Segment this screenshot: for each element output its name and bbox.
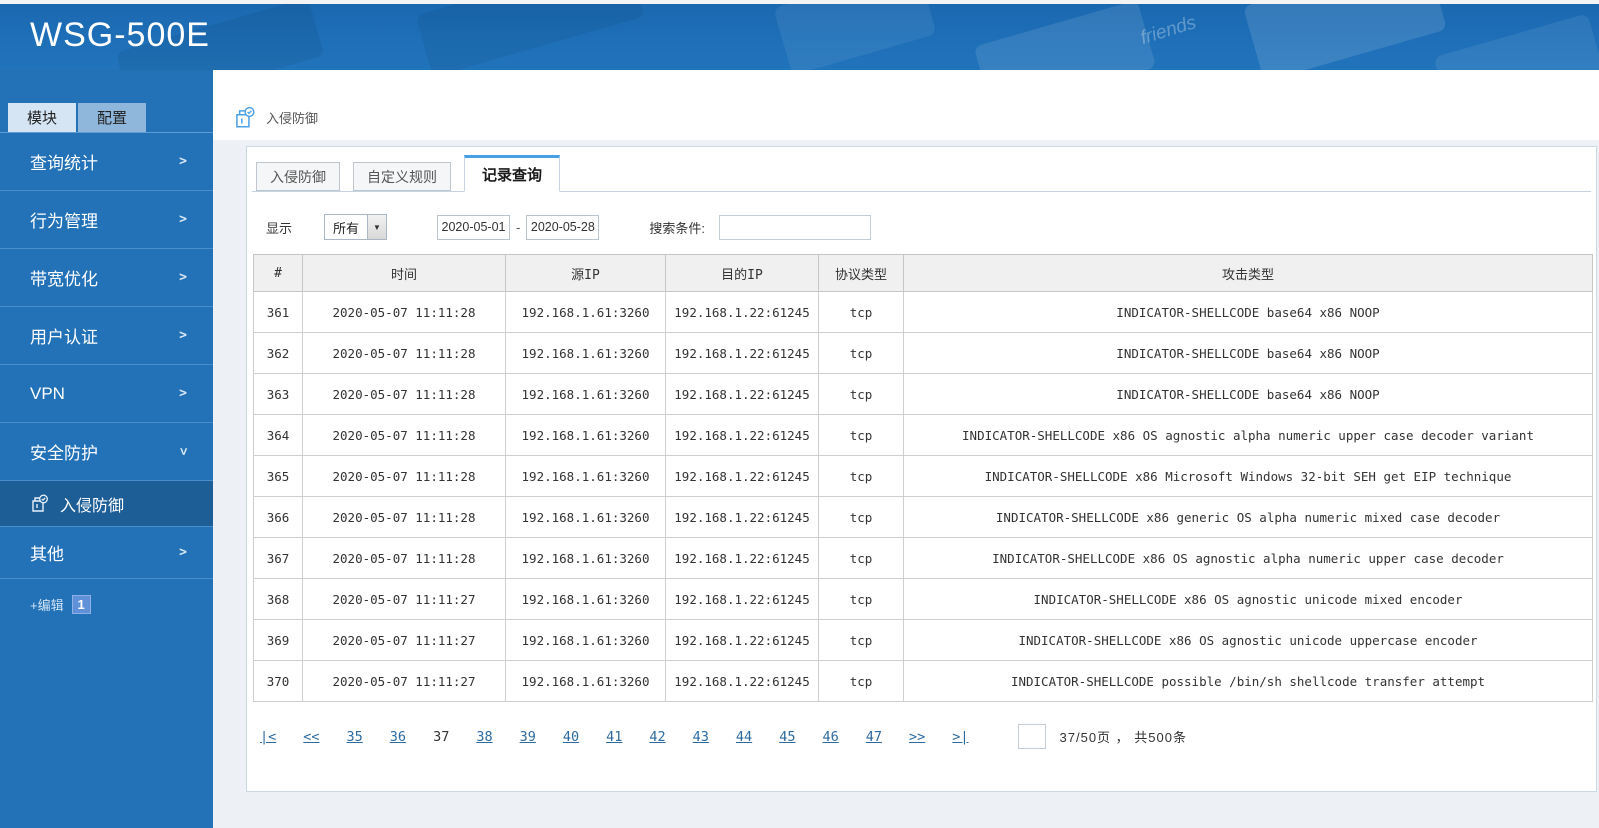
table-row: 369 2020-05-07 11:11:27 192.168.1.61:3260 1…: [253, 619, 1593, 661]
col-header-protocol: 协议类型: [818, 254, 904, 292]
page-link[interactable]: 43: [693, 729, 709, 745]
tab-custom-rules[interactable]: 自定义规则: [353, 162, 451, 191]
table-row: 370 2020-05-07 11:11:27 192.168.1.61:3260 1…: [253, 660, 1593, 702]
app-header: friends WSG-500E: [0, 4, 1599, 70]
date-to-input[interactable]: [526, 214, 600, 240]
breadcrumb: 入侵防御: [213, 70, 1599, 140]
keyboard-key-decor: [973, 4, 1157, 70]
date-from-input[interactable]: [437, 214, 511, 240]
keyboard-key-word: friends: [1138, 12, 1199, 49]
sidebar: 模块 配置 查询统计 > 行为管理 > 带宽优化 > 用户认证 > VPN >: [0, 70, 213, 828]
sidebar-item-query-stats[interactable]: 查询统计 >: [0, 133, 213, 191]
sidebar-edit-button[interactable]: +编辑 1: [30, 595, 213, 614]
table-row: 368 2020-05-07 11:11:27 192.168.1.61:3260 1…: [253, 578, 1593, 620]
display-label: 显示: [266, 220, 293, 236]
page-next-link[interactable]: >>: [909, 729, 925, 745]
col-header-index: #: [253, 254, 303, 292]
sidebar-subitem-intrusion-prevention[interactable]: 入侵防御: [0, 481, 213, 527]
breadcrumb-label: 入侵防御: [266, 111, 319, 126]
table-row: 367 2020-05-07 11:11:28 192.168.1.61:3260 1…: [253, 537, 1593, 579]
pagination: |< << 35 36 37 38 39 40 41 42 43 44 45 4…: [260, 724, 1591, 749]
table-row: 362 2020-05-07 11:11:28 192.168.1.61:3260 1…: [253, 332, 1593, 374]
stamp-check-icon: [236, 106, 255, 128]
app-title: WSG-500E: [30, 16, 210, 54]
search-input[interactable]: [718, 214, 871, 240]
sidebar-item-user-auth[interactable]: 用户认证 >: [0, 307, 213, 365]
chevron-right-icon: >: [179, 328, 187, 343]
sidebar-menu: 查询统计 > 行为管理 > 带宽优化 > 用户认证 > VPN > 安全防护 >: [0, 132, 213, 579]
tab-bar: 入侵防御 自定义规则 记录查询: [252, 155, 1591, 192]
page-jump-input[interactable]: [1017, 724, 1046, 749]
page-prev-link[interactable]: <<: [303, 729, 319, 745]
sidebar-item-vpn[interactable]: VPN >: [0, 365, 213, 423]
keyboard-key-decor: [773, 4, 937, 70]
page-link[interactable]: 45: [779, 729, 795, 745]
table-row: 365 2020-05-07 11:11:28 192.168.1.61:3260 1…: [253, 455, 1593, 497]
page-link[interactable]: 38: [476, 729, 492, 745]
page-link[interactable]: 39: [520, 729, 536, 745]
chevron-right-icon: >: [179, 270, 187, 285]
display-select[interactable]: 所有 ▼: [324, 214, 388, 240]
content-panel: 入侵防御 自定义规则 记录查询 显示 所有 ▼ - 搜索条件:: [246, 146, 1597, 792]
sidebar-item-bandwidth[interactable]: 带宽优化 >: [0, 249, 213, 307]
chevron-down-icon: >: [175, 447, 191, 456]
table-row: 366 2020-05-07 11:11:28 192.168.1.61:3260 1…: [253, 496, 1593, 538]
page-first-link[interactable]: |<: [260, 729, 276, 745]
chevron-right-icon: >: [179, 545, 187, 560]
chevron-right-icon: >: [179, 154, 187, 169]
page-current: 37: [433, 728, 450, 745]
page-last-link[interactable]: >|: [952, 729, 968, 745]
chevron-right-icon: >: [179, 386, 187, 401]
caret-down-icon: ▼: [367, 215, 387, 239]
main-content: 入侵防御 入侵防御 自定义规则 记录查询 显示 所有 ▼ - 搜索条件:: [213, 70, 1599, 828]
display-select-value: 所有: [333, 220, 360, 236]
page-link[interactable]: 35: [347, 729, 363, 745]
page-link[interactable]: 41: [606, 729, 622, 745]
table-header-row: # 时间 源IP 目的IP 协议类型 攻击类型: [253, 254, 1593, 292]
col-header-time: 时间: [302, 254, 506, 292]
page-link[interactable]: 40: [563, 729, 579, 745]
table-row: 364 2020-05-07 11:11:28 192.168.1.61:3260 1…: [253, 414, 1593, 456]
log-table: # 时间 源IP 目的IP 协议类型 攻击类型 361 2020-05-07 11…: [253, 254, 1593, 702]
sidebar-tab-config[interactable]: 配置: [78, 103, 146, 132]
col-header-attack-type: 攻击类型: [903, 254, 1593, 292]
col-header-source-ip: 源IP: [505, 254, 666, 292]
sidebar-tab-bar: 模块 配置: [8, 103, 213, 132]
chevron-right-icon: >: [179, 212, 187, 227]
keyboard-key-decor: [1433, 13, 1599, 70]
page-link[interactable]: 36: [390, 729, 406, 745]
page-link[interactable]: 46: [822, 729, 838, 745]
tab-intrusion-prevention[interactable]: 入侵防御: [256, 162, 340, 191]
stamp-check-icon: [32, 494, 48, 512]
date-range-separator: -: [516, 219, 521, 235]
table-row: 363 2020-05-07 11:11:28 192.168.1.61:3260 1…: [253, 373, 1593, 415]
sidebar-item-behavior-mgmt[interactable]: 行为管理 >: [0, 191, 213, 249]
tab-record-query[interactable]: 记录查询: [464, 155, 561, 192]
sidebar-item-other[interactable]: 其他 >: [0, 527, 213, 579]
page-link[interactable]: 47: [866, 729, 882, 745]
search-label: 搜索条件:: [649, 220, 705, 236]
sidebar-tab-modules[interactable]: 模块: [8, 103, 76, 132]
page-link[interactable]: 42: [649, 729, 665, 745]
keyboard-key-decor: [1242, 4, 1448, 70]
edit-count-badge: 1: [71, 595, 91, 614]
app-window: friends WSG-500E 模块 配置 查询统计 > 行为管理 > 带宽优…: [0, 0, 1599, 828]
table-row: 361 2020-05-07 11:11:28 192.168.1.61:3260 1…: [253, 291, 1593, 333]
filter-bar: 显示 所有 ▼ - 搜索条件:: [266, 214, 1591, 240]
pagination-status: 37/50页 ， 共500条: [1059, 730, 1187, 745]
col-header-dest-ip: 目的IP: [665, 254, 819, 292]
sidebar-item-security[interactable]: 安全防护 >: [0, 423, 213, 481]
page-link[interactable]: 44: [736, 729, 752, 745]
keyboard-key-decor: [415, 4, 645, 70]
